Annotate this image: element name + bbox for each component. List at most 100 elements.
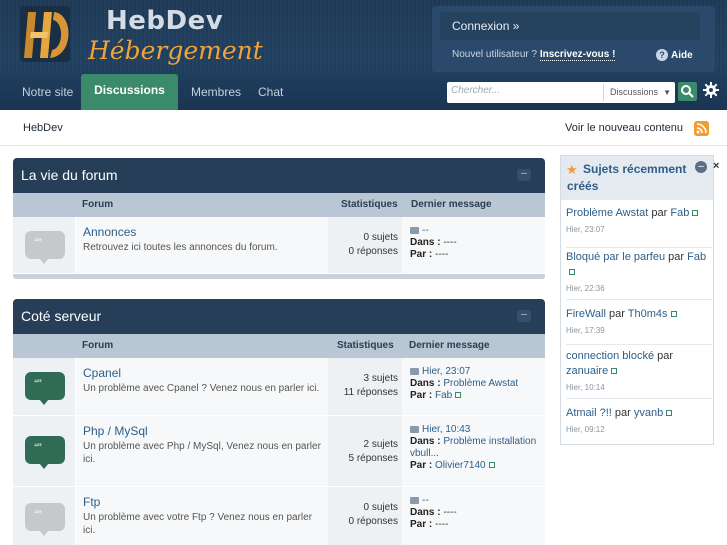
by-label: Par : (410, 249, 433, 260)
by-label: Par : (410, 519, 433, 530)
sidebar-header: ★ Sujets récemment créés – (561, 156, 713, 200)
external-link-icon[interactable] (488, 462, 495, 469)
help-icon: ? (656, 49, 668, 61)
recent-topic-link[interactable]: Problème Awstat (566, 207, 648, 219)
register-link[interactable]: Inscrivez-vous ! (539, 49, 616, 61)
recent-topic-author[interactable]: Th0m4s (628, 308, 668, 320)
search-button[interactable] (678, 82, 697, 101)
login-button[interactable]: Connexion » (440, 12, 700, 40)
recent-topic-link[interactable]: Bloqué par le parfeu (566, 251, 665, 263)
main-nav: Notre site Discussions Membres Chat Cher… (0, 74, 727, 110)
category-cote-serveur: Coté serveur – Forum Statistiques Dernie… (13, 299, 545, 545)
collapse-toggle-icon[interactable]: – (517, 169, 531, 181)
last-post-date[interactable]: -- (422, 225, 429, 236)
recent-topic-author[interactable]: Fab (670, 207, 689, 219)
col-forum: Forum (82, 199, 114, 210)
nav-chat[interactable]: Chat (258, 85, 283, 99)
search-input[interactable]: Chercher... (451, 85, 500, 96)
recent-topic-author[interactable]: zanuaire (566, 365, 608, 377)
forum-icon-cell: “” (13, 416, 75, 486)
by-label: Par : (410, 390, 433, 401)
arrow-icon[interactable] (410, 425, 419, 433)
external-link-icon[interactable] (670, 311, 677, 318)
forum-icon-cell: “” (13, 217, 75, 273)
search-field[interactable]: Chercher... Discussions ▼ (447, 82, 675, 103)
forum-description: Un problème avec Php / MySql, Venez nous… (83, 441, 321, 465)
topic-count: 0 sujets (363, 232, 398, 243)
forum-description: Un problème avec Cpanel ? Venez nous en … (83, 383, 320, 394)
minimize-icon[interactable]: – (695, 161, 707, 173)
register-line: Nouvel utilisateur ? Inscrivez-vous ! (452, 49, 616, 61)
collapse-toggle-icon[interactable]: – (517, 310, 531, 322)
forum-info: Annonces Retrouvez ici toutes les annonc… (76, 217, 328, 273)
col-stats: Statistiques (341, 199, 398, 210)
in-label: Dans : (410, 378, 441, 389)
search-scope-select[interactable]: Discussions ▼ (603, 84, 675, 101)
forum-bubble-icon[interactable]: “” (25, 231, 65, 264)
forum-bubble-icon[interactable]: “” (25, 372, 65, 405)
topic-count: 0 sujets (363, 502, 398, 513)
external-link-icon[interactable] (455, 392, 462, 399)
arrow-icon[interactable] (410, 226, 419, 234)
forum-title[interactable]: Cpanel (83, 366, 321, 380)
chevron-down-icon: ▼ (663, 88, 671, 97)
category-title: Coté serveur (21, 308, 102, 324)
forum-title[interactable]: Ftp (83, 495, 321, 509)
recent-topic-item: connection blocké par zanuaire Hier, 10:… (566, 349, 712, 399)
forum-stats: 3 sujets 11 réponses (328, 358, 402, 415)
hebdev-logo-icon[interactable] (14, 4, 76, 66)
forum-stats: 0 sujets 0 réponses (328, 217, 402, 273)
sidebar-title: Sujets récemment créés (567, 162, 687, 193)
arrow-icon[interactable] (410, 496, 419, 504)
nav-notre-site[interactable]: Notre site (22, 85, 73, 99)
forum-row: “” Ftp Un problème avec votre Ftp ? Vene… (13, 487, 545, 545)
in-label: Dans : (410, 237, 441, 248)
by-word: par (651, 207, 668, 219)
last-post: -- Dans : ---- Par : ---- (402, 217, 545, 273)
forum-row: “” Php / MySql Un problème avec Php / My… (13, 416, 545, 487)
external-link-icon[interactable] (611, 368, 618, 375)
in-label: Dans : (410, 507, 441, 518)
recent-topic-item: FireWall par Th0m4s Hier, 17:39 (566, 307, 712, 345)
help-link[interactable]: ? Aide (656, 49, 693, 61)
logo-text-primary: HebDev (106, 6, 224, 36)
topic-count: 2 sujets (363, 439, 398, 450)
recent-topic-date: Hier, 23:07 (566, 225, 605, 234)
forum-icon-cell: “” (13, 358, 75, 415)
recent-topic-author[interactable]: Fab (687, 251, 706, 263)
search-icon (681, 85, 694, 98)
col-last: Dernier message (409, 340, 490, 351)
forum-bubble-icon[interactable]: “” (25, 503, 65, 536)
last-post-author[interactable]: Fab (435, 390, 452, 401)
recent-topic-link[interactable]: connection blocké (566, 350, 654, 362)
close-icon[interactable]: × (713, 160, 719, 172)
gear-icon[interactable] (703, 82, 719, 98)
forum-stats: 2 sujets 5 réponses (328, 416, 402, 486)
last-post-author[interactable]: Olivier7140 (435, 460, 486, 471)
help-label: Aide (671, 50, 693, 61)
last-post-topic[interactable]: Problème Awstat (443, 378, 518, 389)
forum-bubble-icon[interactable]: “” (25, 436, 65, 469)
arrow-icon[interactable] (410, 367, 419, 375)
new-content-link[interactable]: Voir le nouveau contenu (565, 122, 683, 134)
column-header: Forum Statistiques Dernier message (13, 334, 545, 358)
forum-title[interactable]: Annonces (83, 225, 321, 239)
nav-membres[interactable]: Membres (191, 85, 241, 99)
recent-topic-author[interactable]: yvanb (634, 407, 663, 419)
forum-title[interactable]: Php / MySql (83, 424, 321, 438)
last-post-date[interactable]: Hier, 23:07 (422, 366, 470, 377)
last-post-date[interactable]: Hier, 10:43 (422, 424, 470, 435)
site-header: HebDev Hébergement Connexion » Nouvel ut… (0, 0, 727, 110)
by-word: par (668, 251, 685, 263)
external-link-icon[interactable] (666, 410, 673, 417)
rss-icon[interactable] (694, 121, 709, 136)
recent-topic-date: Hier, 22:36 (566, 284, 605, 293)
external-link-icon[interactable] (692, 210, 699, 217)
recent-topic-link[interactable]: FireWall (566, 308, 606, 320)
breadcrumb[interactable]: HebDev (23, 122, 63, 134)
last-post-date[interactable]: -- (422, 495, 429, 506)
external-link-icon[interactable] (569, 269, 575, 276)
nav-discussions[interactable]: Discussions (81, 74, 178, 110)
recent-topic-link[interactable]: Atmail ?!! (566, 407, 612, 419)
recent-topic-date: Hier, 10:14 (566, 383, 605, 392)
